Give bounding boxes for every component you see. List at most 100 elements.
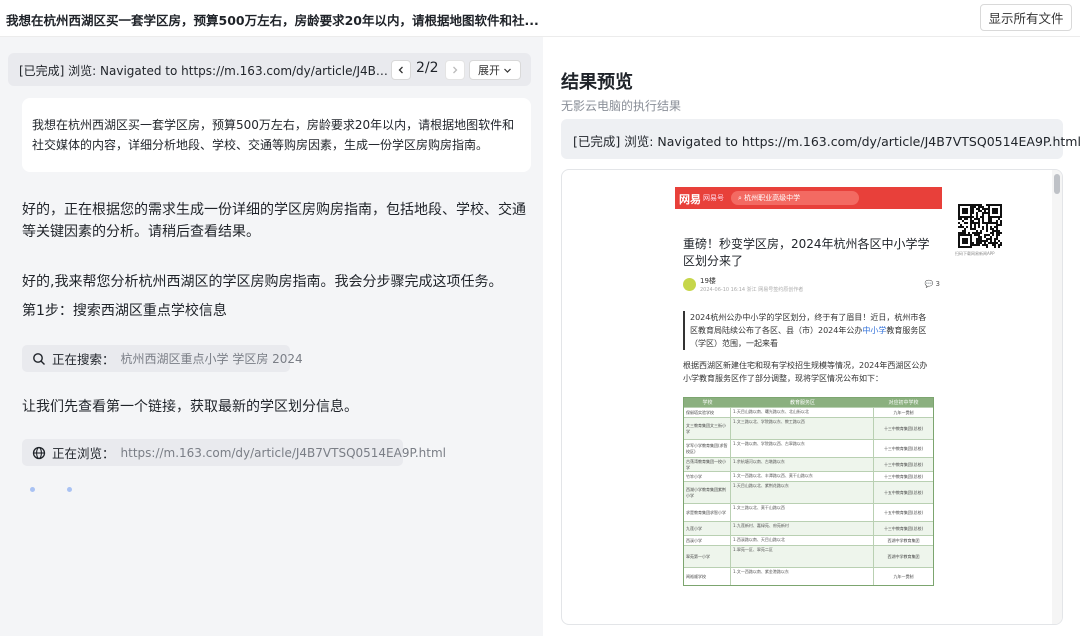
qr-module: [998, 232, 1000, 234]
qr-module: [958, 222, 960, 224]
qr-module: [972, 228, 974, 230]
qr-module: [966, 222, 968, 224]
qr-module: [974, 244, 976, 246]
scrollbar-thumb[interactable]: [1054, 174, 1060, 194]
user-query-card: 我想在杭州西湖区买一套学区房，预算500万左右，房龄要求20年以内，请根据地图软…: [22, 98, 531, 172]
qr-module: [976, 230, 978, 232]
qr-module: [1000, 220, 1002, 222]
qr-module: [970, 222, 972, 224]
qr-module: [992, 234, 994, 236]
qr-module: [992, 230, 994, 232]
qr-module: [978, 220, 980, 222]
table-cell: 十三中教育集团(总校): [883, 473, 924, 479]
article-page: 网易 网易号 ⌕ 杭州职业高级中学 重磅！秒变学区房，2024年杭州各区中小学学…: [675, 187, 942, 586]
qr-module: [972, 206, 974, 208]
step-page-indicator: 2/2: [416, 60, 439, 76]
qr-module: [988, 222, 990, 224]
table-header-cell: 教育服务区: [789, 400, 815, 406]
qr-module: [968, 232, 970, 234]
qr-module: [996, 226, 998, 228]
qr-module: [976, 238, 978, 240]
qr-module: [996, 234, 998, 236]
qr-module: [994, 226, 996, 228]
qr-module: [978, 242, 980, 244]
article-title: 重磅！秒变学区房，2024年杭州各区中小学学区划分来了: [683, 237, 930, 268]
qr-module: [986, 224, 988, 226]
expand-button[interactable]: 展开: [469, 60, 521, 80]
qr-module: [976, 208, 978, 210]
table-row: 翠苑第一小学 1.翠苑一区、翠苑二区 西湖中学教育集团: [684, 545, 933, 567]
qr-module: [988, 234, 990, 236]
next-step-button[interactable]: [445, 60, 465, 80]
qr-module: [984, 222, 986, 224]
qr-module: [990, 242, 992, 244]
qr-module: [970, 224, 972, 226]
qr-module: [992, 222, 994, 224]
table-row: 九莲小学 1.九莲新村、嘉绿苑、府苑新村 十三中教育集团(总校): [684, 521, 933, 535]
search-action-chip[interactable]: 正在搜索： 杭州西湖区重点小学 学区房 2024: [22, 345, 303, 372]
qr-module: [986, 238, 988, 240]
preview-title: 结果预览: [561, 72, 633, 93]
step-heading: 第1步：搜索西湖区重点学校信息: [22, 303, 227, 319]
chevron-down-icon: [504, 68, 511, 73]
article-link[interactable]: 中小学: [862, 326, 886, 335]
qr-module: [994, 238, 996, 240]
qr-module: [966, 218, 968, 220]
show-all-files-button[interactable]: 显示所有文件: [980, 4, 1072, 31]
table-row: 求是教育集团求智小学 1.文三路以北、莫干山路以西 十五中教育集团(总校): [684, 503, 933, 521]
qr-module: [982, 212, 984, 214]
qr-module: [970, 220, 972, 222]
qr-module: [978, 232, 980, 234]
qr-module: [960, 226, 962, 228]
qr-module: [980, 240, 982, 242]
scrollbar-track[interactable]: [1052, 170, 1062, 624]
qr-module: [992, 242, 994, 244]
qr-module: [958, 226, 960, 228]
qr-module: [984, 236, 986, 238]
search-chip-label: 正在搜索：: [52, 352, 115, 367]
expand-label: 展开: [478, 64, 500, 77]
browse-action-chip[interactable]: 正在浏览： https://m.163.com/dy/article/J4B7V…: [22, 439, 446, 466]
author-name[interactable]: 19楼: [700, 276, 716, 286]
prev-step-button[interactable]: [391, 60, 411, 80]
qr-module: [962, 238, 968, 244]
table-cell: 九莲小学: [684, 522, 731, 535]
article-search-box[interactable]: ⌕ 杭州职业高级中学: [731, 191, 859, 205]
table-cell: 翠苑第一小学: [684, 546, 731, 567]
qr-module: [1000, 222, 1002, 224]
table-row: 学军小学教育集团(求智校区) 1.文一路以南、学院路以西、古翠路以东 十三中教育集团…: [684, 439, 933, 457]
qr-module: [996, 220, 998, 222]
table-row: 竹竿小学 1.文一西路以北、丰潭路以西、莫干山路以东 十三中教育集团(总校): [684, 471, 933, 481]
qr-module: [988, 218, 990, 220]
top-bar: 我想在杭州西湖区买一套学区房，预算500万左右，房龄要求20年以内，请根据地图软…: [0, 0, 1080, 37]
qr-module: [998, 230, 1000, 232]
qr-module: [996, 236, 998, 238]
comment-count[interactable]: 💬 3: [925, 280, 940, 288]
qr-module: [962, 208, 968, 214]
table-row: 西溪小学 1.西溪路以南、天目山路以北 西湖中学教育集团: [684, 535, 933, 545]
qr-module: [982, 216, 984, 218]
table-cell: 1.翠苑一区、翠苑二区: [731, 546, 874, 567]
qr-module: [998, 240, 1000, 242]
chat-panel: [已完成] 浏览: Navigated to https://m.163.com…: [0, 37, 543, 636]
table-header: 学校 教育服务区 对应初中学校: [684, 398, 933, 407]
qr-module: [994, 240, 996, 242]
qr-module: [962, 220, 964, 222]
qr-module: [996, 230, 998, 232]
qr-code: [958, 204, 1002, 248]
qr-module: [998, 224, 1000, 226]
table-row: 西湖小学教育集团紫荆小学 1.天目山路以北、紫荆花路以东 十五中教育集团(总校): [684, 481, 933, 503]
qr-module: [976, 214, 978, 216]
qr-module: [974, 232, 976, 234]
qr-module: [974, 226, 976, 228]
qr-module: [972, 208, 974, 210]
browser-screenshot[interactable]: 网易 网易号 ⌕ 杭州职业高级中学 重磅！秒变学区房，2024年杭州各区中小学学…: [561, 169, 1063, 625]
table-cell: 求是教育集团求智小学: [684, 504, 731, 521]
qr-module: [986, 246, 988, 248]
qr-module: [982, 206, 984, 208]
qr-module: [984, 210, 986, 212]
qr-module: [978, 238, 980, 240]
qr-module: [990, 218, 992, 220]
qr-module: [980, 238, 982, 240]
qr-module: [1000, 224, 1002, 226]
